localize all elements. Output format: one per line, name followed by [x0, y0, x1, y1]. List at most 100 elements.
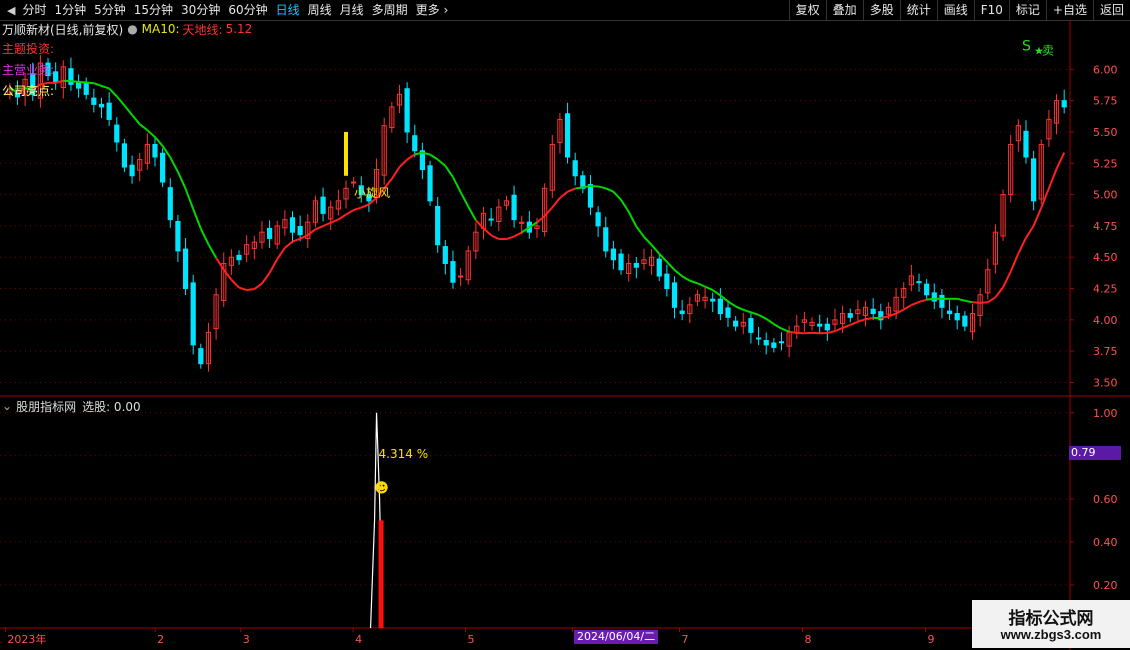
settings-icon[interactable]: ● — [127, 22, 137, 36]
candle-body — [190, 282, 196, 346]
ma10-segment — [146, 129, 156, 138]
ma10-segment — [980, 301, 988, 304]
ma10-segment — [169, 156, 179, 173]
candle-body — [817, 323, 823, 327]
ma10-label: MA10: — [141, 22, 180, 36]
ma10-segment — [903, 304, 912, 311]
y-tick-label: 5.50 — [1093, 126, 1118, 139]
candle-body — [939, 294, 945, 308]
ma10-segment — [1025, 225, 1035, 239]
candle-body — [236, 254, 242, 261]
candle-body — [91, 97, 97, 105]
sub-y-tick-label: 0.40 — [1093, 536, 1118, 549]
candle-body — [75, 81, 82, 89]
ma10-segment — [612, 191, 622, 201]
ma10-segment — [284, 240, 294, 249]
x-axis-label: 2 — [157, 633, 164, 646]
ma10-segment — [735, 305, 744, 311]
ma10-segment — [750, 311, 759, 316]
percent-label: 4.314 % — [379, 447, 429, 461]
ma10-segment — [86, 81, 94, 85]
watermark: 指标公式网 www.zbgs3.com — [972, 600, 1130, 648]
y-tick-label: 4.00 — [1093, 314, 1118, 327]
ma10-segment — [910, 301, 920, 306]
ma10-segment — [781, 327, 790, 333]
candle-body — [610, 248, 617, 261]
ma10-segment — [994, 286, 1004, 298]
candle-body — [320, 196, 326, 214]
ma10-segment — [101, 85, 110, 90]
candle-body — [435, 205, 441, 246]
ma10-segment — [108, 87, 118, 98]
ma10-segment — [70, 80, 79, 83]
sub-y-tick-label: 0.20 — [1093, 579, 1118, 592]
candle-body — [98, 103, 105, 108]
candle-body — [83, 81, 89, 95]
sub-y-tick-label: 0.60 — [1093, 493, 1118, 506]
ma10-segment — [467, 205, 477, 221]
ma10-segment — [689, 279, 698, 285]
stock-chart[interactable]: 6.00 5.75 5.50 5.25 5.00 4.75 4.50 4.25 4.00 3.75… — [0, 0, 1130, 650]
candle-body — [53, 71, 59, 83]
candle-body — [198, 348, 204, 365]
ma10-segment — [292, 237, 301, 243]
candle-body — [748, 318, 754, 333]
ma10-segment — [834, 327, 843, 333]
ma10-segment — [788, 330, 797, 334]
candle-body — [847, 313, 853, 318]
main-business-label: 主营业务: — [2, 63, 55, 77]
y-tick-label: 4.25 — [1093, 283, 1118, 296]
candle-body — [404, 88, 410, 133]
x-axis-label: 9 — [928, 633, 935, 646]
indicator-name: 股朋指标网 — [16, 399, 77, 414]
x-axis-label: 7 — [681, 633, 688, 646]
ma10-segment — [567, 187, 576, 193]
candle-body — [488, 218, 494, 221]
candle-body — [717, 298, 723, 315]
ma10-segment — [597, 185, 607, 190]
ma10-segment — [918, 298, 927, 303]
ma10-segment — [635, 225, 645, 238]
stock-title: 万顺新材(日线,前复权) — [2, 22, 124, 37]
ma10-segment — [390, 166, 401, 180]
theme-investment-label: 主题投资: — [2, 42, 55, 56]
candle-body — [946, 310, 953, 315]
candle-body — [916, 281, 922, 284]
ma10-segment — [116, 95, 126, 107]
sell-signal-letter: S — [1022, 39, 1031, 55]
ma10-segment — [139, 123, 148, 131]
ma10-segment — [1017, 237, 1027, 254]
ma10-segment — [261, 272, 271, 285]
ma10-segment — [536, 215, 546, 224]
candle-body — [603, 227, 609, 252]
smiley-icon: ☻ — [374, 480, 389, 496]
chevron-down-icon[interactable]: ⌄ — [2, 399, 12, 413]
ma10-segment — [742, 308, 752, 314]
candle-body — [160, 152, 166, 183]
ma10-segment — [123, 104, 133, 116]
y-tick-label: 5.00 — [1093, 189, 1118, 202]
ma10-segment — [956, 297, 966, 302]
ma10-segment — [605, 187, 614, 193]
candle-body — [924, 283, 930, 296]
candle-body — [771, 342, 777, 348]
x-axis-label: 2023年 — [7, 632, 46, 646]
ma10-segment — [345, 209, 355, 216]
candle-body — [114, 124, 120, 143]
ma10-segment — [184, 188, 195, 210]
candle-body — [106, 102, 112, 120]
y-tick-label: 6.00 — [1093, 63, 1118, 76]
ma10-segment — [337, 213, 347, 221]
ma10-segment — [559, 190, 569, 199]
ma10-segment — [322, 221, 332, 228]
candle-body — [175, 221, 181, 252]
candle-body — [1023, 130, 1029, 158]
ma10-segment — [176, 171, 187, 190]
y-tick-label: 3.75 — [1093, 345, 1118, 358]
ma10-segment — [276, 247, 286, 260]
ma10-segment — [1032, 207, 1043, 227]
sell-signal-label: 卖 — [1042, 43, 1054, 57]
ma10-segment — [307, 228, 317, 236]
watermark-site-name: 指标公式网 — [1008, 609, 1094, 628]
candle-body — [1061, 100, 1067, 108]
